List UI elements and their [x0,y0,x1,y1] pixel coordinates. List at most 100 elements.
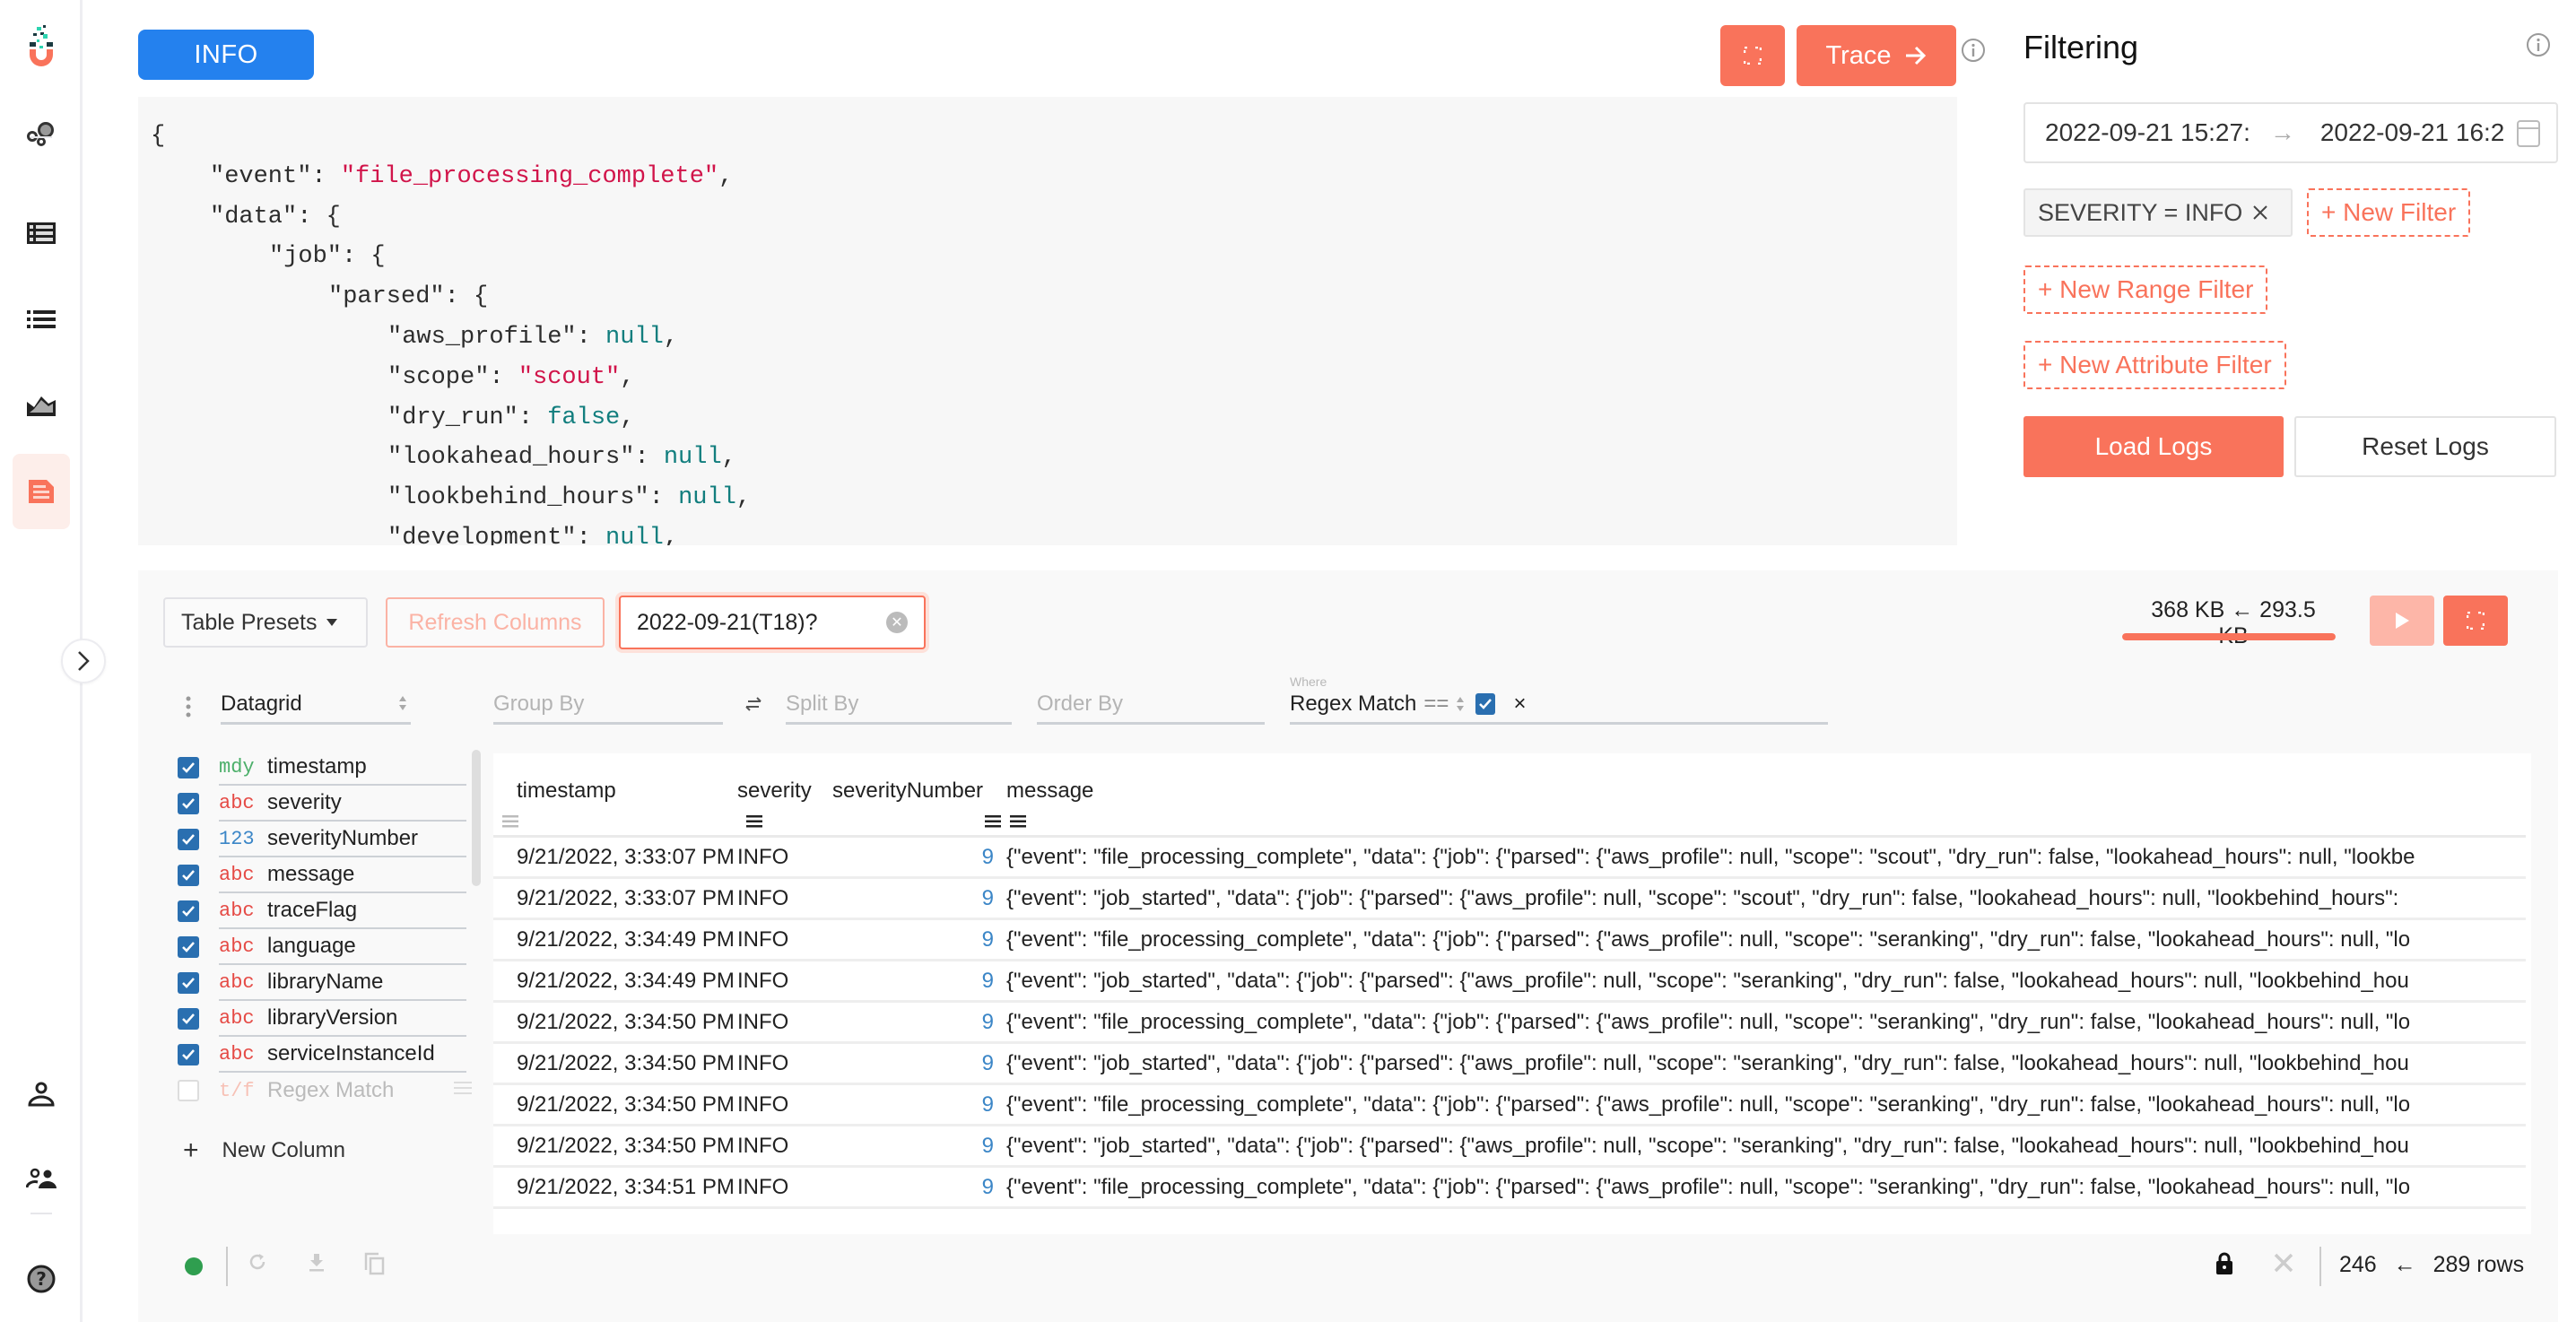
swap-icon[interactable] [744,696,762,712]
table-row[interactable]: 9/21/2022, 3:34:50 PM INFO 9 {"event": "fil… [493,1001,2526,1044]
date-from[interactable]: 2022-09-21 15:27: [2045,118,2250,147]
column-label[interactable]: abc language [219,929,466,965]
column-list-scrollbar[interactable] [472,750,481,886]
table-row[interactable]: 9/21/2022, 3:34:50 PM INFO 9 {"event": "job… [493,1042,2526,1085]
nav-item-tables[interactable] [13,204,70,262]
column-checkbox[interactable] [178,1008,199,1030]
kebab-menu-icon[interactable] [185,696,192,718]
column-header[interactable]: message [1001,753,2526,838]
trace-button[interactable]: Trace [1797,25,1956,86]
column-item[interactable]: abc libraryName [178,965,483,1001]
info-icon[interactable] [2526,32,2551,57]
column-checkbox[interactable] [178,972,199,994]
column-label[interactable]: abc severity [219,786,466,822]
column-checkbox[interactable] [178,757,199,778]
refresh-columns-button[interactable]: Refresh Columns [386,597,605,648]
column-header[interactable]: timestamp [493,753,737,838]
column-header[interactable]: severity [737,753,832,838]
new-attribute-filter-button[interactable]: + New Attribute Filter [2023,341,2286,389]
table-row[interactable]: 9/21/2022, 3:34:51 PM INFO 9 {"event": "fil… [493,1166,2526,1209]
column-label[interactable]: abc serviceInstanceId [219,1037,466,1073]
clear-search-icon[interactable]: ✕ [886,612,908,633]
table-row[interactable]: 9/21/2022, 3:34:49 PM INFO 9 {"event": "job… [493,960,2526,1003]
new-column-button[interactable]: + New Column [183,1135,345,1166]
nav-item-charts[interactable] [13,377,70,434]
column-type-badge: abc [219,863,255,886]
date-range-picker[interactable]: 2022-09-21 15:27: → 2022-09-21 16:2 [2023,102,2558,163]
sidebar-toggle-button[interactable] [61,639,106,683]
table-row[interactable]: 9/21/2022, 3:34:50 PM INFO 9 {"event": "fil… [493,1083,2526,1126]
new-range-filter-button[interactable]: + New Range Filter [2023,265,2268,314]
column-checkbox[interactable] [178,829,199,850]
expand-grid-button[interactable] [2443,596,2508,646]
nav-item-profile[interactable] [13,1065,70,1123]
column-checkbox[interactable] [178,793,199,814]
date-to[interactable]: 2022-09-21 16:2 [2320,118,2505,147]
table-row[interactable]: 9/21/2022, 3:34:50 PM INFO 9 {"event": "job… [493,1125,2526,1168]
expand-detail-button[interactable] [1720,25,1785,86]
regex-search-input[interactable] [637,609,861,636]
where-value-checkbox[interactable] [1475,692,1496,715]
play-button[interactable] [2370,596,2434,646]
table-presets-dropdown[interactable]: Table Presets [163,597,368,648]
nav-item-logs[interactable] [13,454,70,529]
cell-severity: INFO [737,836,832,879]
column-menu-icon[interactable] [454,1082,472,1099]
column-label[interactable]: abc message [219,857,466,893]
column-item[interactable]: abc message [178,857,483,893]
column-checkbox[interactable] [178,1080,199,1101]
column-item[interactable]: abc severity [178,786,483,822]
column-item[interactable]: mdy timestamp [178,750,483,786]
table-row[interactable]: 9/21/2022, 3:34:49 PM INFO 9 {"event": "fil… [493,918,2526,961]
column-sort-icon[interactable] [985,814,1001,828]
clear-settings-icon[interactable] [2273,1252,2294,1274]
lock-icon[interactable] [2215,1252,2233,1275]
column-checkbox[interactable] [178,900,199,922]
table-row[interactable]: 9/21/2022, 3:33:07 PM INFO 9 {"event": "job… [493,877,2526,920]
column-label[interactable]: abc libraryName [219,965,466,1001]
column-label[interactable]: 123 severityNumber [219,822,466,857]
column-item[interactable]: abc libraryVersion [178,1001,483,1037]
download-icon[interactable] [307,1252,326,1272]
table-row[interactable]: 9/21/2022, 3:33:07 PM INFO 9 {"event": "fil… [493,836,2526,879]
calendar-icon[interactable] [2517,120,2540,147]
where-filter[interactable]: Regex Match == × [1290,685,1828,725]
column-label[interactable]: t/f Regex Match [219,1073,466,1109]
new-filter-button[interactable]: + New Filter [2307,188,2471,237]
column-sort-icon[interactable] [1010,814,1026,828]
load-logs-button[interactable]: Load Logs [2023,416,2284,477]
where-operator[interactable]: == [1423,691,1449,717]
nav-item-overview[interactable] [13,106,70,163]
column-label[interactable]: mdy timestamp [219,750,466,786]
severity-badge-button[interactable]: INFO [138,30,314,80]
column-sort-icon[interactable] [502,814,518,828]
group-by-field[interactable]: Group By [493,685,723,725]
nav-item-help[interactable]: ? [13,1250,70,1308]
regex-search-field[interactable]: ✕ [619,596,926,649]
order-by-field[interactable]: Order By [1037,685,1265,725]
nav-item-team[interactable] [13,1150,70,1207]
column-checkbox[interactable] [178,865,199,886]
reset-logs-button[interactable]: Reset Logs [2294,416,2556,477]
column-header[interactable]: severityNumber [832,753,1001,838]
info-icon[interactable] [1961,38,1986,63]
column-item[interactable]: t/f Regex Match [178,1073,483,1109]
column-item[interactable]: abc language [178,929,483,965]
split-by-field[interactable]: Split By [786,685,1012,725]
app-logo[interactable] [13,18,70,75]
column-item[interactable]: abc traceFlag [178,893,483,929]
column-sort-icon[interactable] [746,814,762,828]
plugin-select[interactable]: Datagrid [221,685,411,725]
nav-item-lists[interactable] [13,291,70,348]
column-label[interactable]: abc libraryVersion [219,1001,466,1037]
close-icon[interactable] [2251,204,2269,222]
column-checkbox[interactable] [178,1044,199,1065]
column-checkbox[interactable] [178,936,199,958]
remove-where-icon[interactable]: × [1513,691,1526,717]
copy-icon[interactable] [364,1252,386,1275]
column-item[interactable]: 123 severityNumber [178,822,483,857]
active-filter-chip[interactable]: SEVERITY = INFO [2023,188,2293,237]
refresh-icon[interactable] [248,1252,267,1272]
column-label[interactable]: abc traceFlag [219,893,466,929]
column-item[interactable]: abc serviceInstanceId [178,1037,483,1073]
